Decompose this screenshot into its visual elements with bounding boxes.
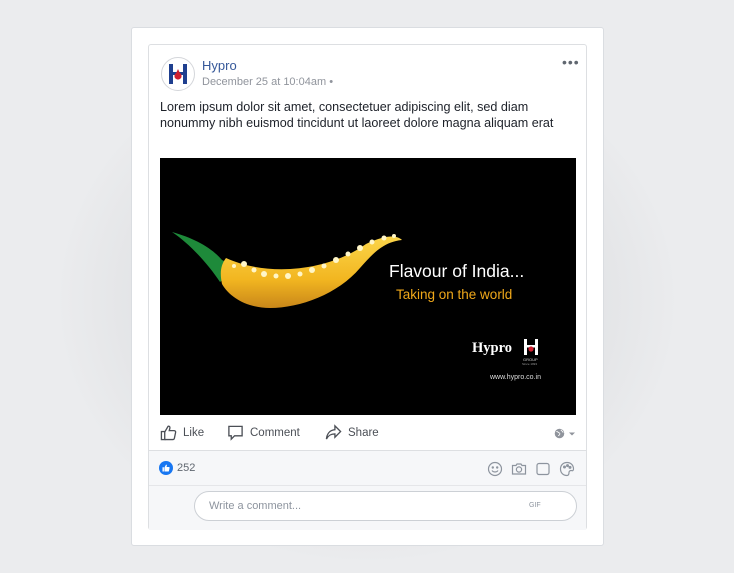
facebook-post: Hypro December 25 at 10:04am • ••• Lorem… — [148, 44, 587, 530]
page-avatar[interactable] — [161, 57, 195, 91]
chili-illustration — [172, 232, 402, 308]
post-action-bar: Like Comment Share — [149, 417, 586, 451]
reaction-summary[interactable]: 252 — [159, 461, 195, 475]
brand-mark-icon — [524, 339, 538, 355]
meta-separator: • — [329, 76, 334, 88]
chevron-down-icon — [569, 432, 575, 435]
sticker-icon[interactable] — [559, 461, 575, 477]
gif-icon[interactable] — [535, 461, 551, 477]
comment-label: Comment — [250, 426, 300, 439]
share-label: Share — [348, 426, 379, 439]
more-options-button[interactable]: ••• — [562, 54, 580, 70]
ad-brand-logo-text: Hypro — [472, 340, 513, 356]
emoji-icon[interactable] — [487, 461, 503, 477]
comment-bubble-icon — [228, 425, 243, 441]
comment-tools — [487, 461, 575, 477]
hypro-logo-icon — [169, 64, 187, 84]
page-name-link[interactable]: Hypro — [202, 58, 237, 73]
gif-button[interactable]: GIF — [529, 502, 541, 509]
ad-brand-since-label: Since 1993 — [522, 362, 538, 366]
share-arrow-icon — [325, 424, 342, 440]
like-label: Like — [183, 426, 205, 439]
like-reaction-icon — [159, 461, 173, 475]
post-image[interactable]: Flavour of India... Taking on the world … — [160, 158, 576, 415]
reactions-bar: 252 — [149, 451, 586, 486]
post-text: Lorem ipsum dolor sit amet, consectetuer… — [160, 100, 554, 130]
post-meta: December 25 at 10:04am • — [202, 76, 333, 88]
post-timestamp[interactable]: December 25 at 10:04am — [202, 76, 326, 88]
like-button[interactable]: Like — [160, 424, 204, 441]
like-count: 252 — [177, 462, 196, 474]
comment-composer: GIF — [149, 486, 586, 530]
ad-headline: Flavour of India... — [389, 261, 525, 281]
thumbs-up-icon — [160, 425, 177, 441]
comment-input[interactable] — [194, 491, 577, 521]
ad-tagline: Taking on the world — [396, 287, 513, 302]
ad-website-url: www.hypro.co.in — [490, 374, 541, 381]
camera-icon[interactable] — [511, 461, 527, 477]
globe-icon — [554, 428, 565, 439]
share-button[interactable]: Share — [325, 424, 379, 441]
comment-button[interactable]: Comment — [227, 424, 300, 441]
audience-selector[interactable] — [554, 428, 576, 439]
